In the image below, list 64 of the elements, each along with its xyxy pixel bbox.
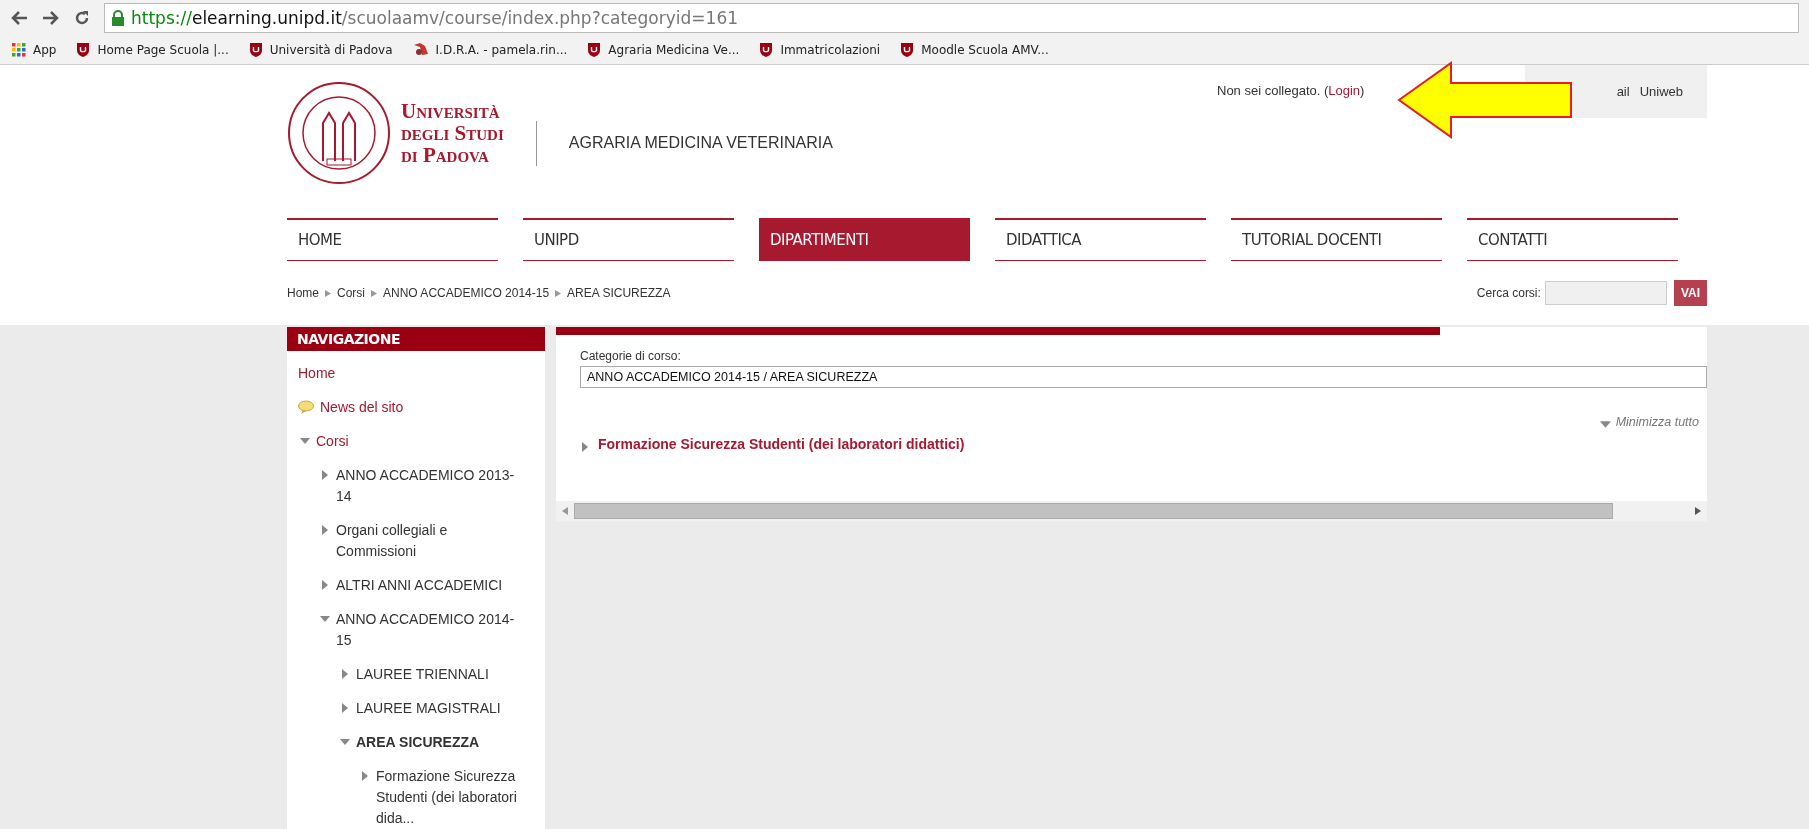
- tree-item-link[interactable]: Corsi: [316, 431, 349, 452]
- menu-tab[interactable]: CONTATTI: [1467, 218, 1678, 261]
- university-name-line: Università: [401, 100, 501, 122]
- collapse-all-link[interactable]: Minimizza tutto: [1599, 414, 1699, 430]
- course-category-link[interactable]: Formazione Sicurezza Studenti (dei laboratori didattici): [580, 436, 1707, 452]
- horizontal-scrollbar[interactable]: [556, 501, 1707, 521]
- address-bar[interactable]: https://elearning.unipd.it/scuolaamv/course/index.php?categoryid=161: [104, 3, 1799, 34]
- bookmark-link[interactable]: Agraria Medicina Ve...: [587, 42, 740, 59]
- shield-icon: [587, 42, 602, 59]
- shield-icon: [759, 42, 774, 59]
- category-select[interactable]: ANNO ACCADEMICO 2014-15 / AREA SICUREZZA: [580, 366, 1707, 388]
- collapse-triangle-icon: [1599, 419, 1611, 430]
- tree-item-link[interactable]: AREA SICUREZZA: [356, 732, 480, 753]
- url-text: https://elearning.unipd.it/scuolaamv/course/index.php?categoryid=161: [131, 8, 738, 29]
- tree-item-link[interactable]: ANNO ACCADEMICO 2014-15: [336, 609, 518, 651]
- tree-item-link[interactable]: News del sito: [320, 397, 404, 418]
- breadcrumb-link[interactable]: Home: [287, 286, 319, 300]
- bookmark-link[interactable]: App: [12, 43, 57, 58]
- bookmark-link[interactable]: Immatricolazioni: [759, 42, 881, 59]
- tree-item-link[interactable]: ALTRI ANNI ACCADEMICI: [336, 575, 503, 596]
- search-button[interactable]: VAI: [1673, 280, 1707, 306]
- breadcrumb-link[interactable]: AREA SICUREZZA: [567, 286, 671, 300]
- speech-bubble-icon: [298, 400, 314, 414]
- search-label: Cerca corsi:: [1476, 286, 1541, 300]
- login-status-text: Non sei collegato. (Login): [1217, 83, 1365, 98]
- shield-icon: [76, 42, 91, 59]
- breadcrumb-link[interactable]: ANNO ACCADEMICO 2014-15: [383, 286, 550, 300]
- breadcrumb-link[interactable]: Corsi: [337, 286, 366, 300]
- school-title: AGRARIA MEDICINA VETERINARIA: [568, 134, 833, 152]
- bookmark-link[interactable]: Università di Padova: [248, 42, 393, 59]
- tree-item-link[interactable]: LAUREE MAGISTRALI: [356, 698, 501, 719]
- top-link[interactable]: Uniweb: [1639, 84, 1683, 99]
- tree-item-link[interactable]: Formazione Sicurezza Studenti (dei laboratori dida...: [376, 766, 527, 829]
- tree-item-link[interactable]: LAUREE TRIENNALI: [356, 664, 489, 685]
- back-icon[interactable]: [10, 10, 28, 27]
- apps-grid-icon: [12, 43, 26, 58]
- collapsed-triangle-icon: [580, 441, 590, 452]
- menu-tab[interactable]: HOME: [287, 218, 498, 261]
- search-field[interactable]: [1544, 281, 1667, 305]
- navigation-title: NAVIGAZIONE: [287, 327, 545, 351]
- forward-icon[interactable]: [42, 10, 60, 27]
- shield-icon: [248, 42, 263, 59]
- menu-tab[interactable]: DIPARTIMENTI: [759, 218, 970, 261]
- shield-icon: [900, 42, 915, 59]
- breadcrumb-separator-icon: [371, 289, 378, 297]
- breadcrumb-separator-icon: [555, 289, 562, 297]
- tree-item-link[interactable]: Home: [298, 363, 336, 384]
- menu-tab[interactable]: UNIPD: [523, 218, 734, 261]
- bookmark-link[interactable]: I.D.R.A. - pamela.rin...: [412, 42, 568, 59]
- login-link[interactable]: Login: [1328, 83, 1361, 98]
- scroll-right-icon[interactable]: [1695, 507, 1701, 515]
- padlock-icon: [111, 10, 125, 27]
- university-name-line: degli Studi: [401, 122, 504, 144]
- breadcrumb-separator-icon: [325, 289, 331, 297]
- reload-icon[interactable]: [74, 10, 90, 27]
- top-link[interactable]: ail: [1616, 84, 1630, 99]
- bookmark-link[interactable]: Home Page Scuola |...: [76, 42, 229, 59]
- menu-tab[interactable]: DIDATTICA: [995, 218, 1206, 261]
- tree-item-link[interactable]: ANNO ACCADEMICO 2013-14: [336, 465, 518, 507]
- bookmark-link[interactable]: Moodle Scuola AMV...: [900, 42, 1049, 59]
- menu-tab[interactable]: TUTORIAL DOCENTI: [1231, 218, 1442, 261]
- university-name-line: di Padova: [401, 144, 490, 166]
- category-label: Categorie di corso:: [580, 349, 682, 363]
- tree-item-link[interactable]: Organi collegiali e Commissioni: [336, 520, 518, 562]
